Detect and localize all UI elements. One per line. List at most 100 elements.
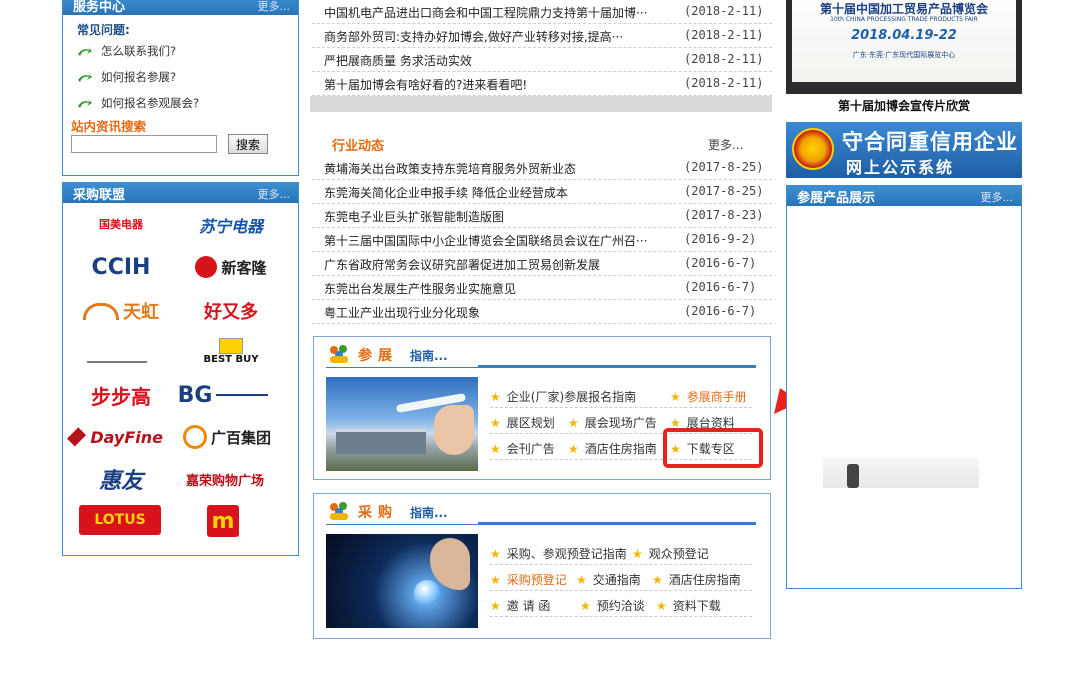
product-image [823,458,979,488]
rainbow-logo-text: 天虹 [123,302,159,323]
hand-shape [434,405,474,455]
ccih-logo[interactable]: CCIH [75,251,167,283]
exhibit-products-box: 参展产品展示 更多... [786,185,1022,589]
calligraphy-logo[interactable] [75,335,167,367]
purchase-guide-item[interactable]: ★ 资料下载 [656,597,721,614]
promo-video-caption[interactable]: 第十届加博会宣传片欣赏 [786,97,1022,114]
green-arrow-icon [78,72,92,82]
guide-item-label: 展区规划 [506,416,555,430]
jiarong-logo[interactable]: 嘉荣购物广场 [179,463,271,495]
purchase-guide-item[interactable]: ★ 预约洽谈 [580,597,645,614]
bubugao-logo-text: 步步高 [91,384,151,409]
news-title: 黄埔海关出台政策支持东莞培育服务外贸新业态 [324,162,577,176]
rainbow-arc-icon [83,302,119,320]
site-search-input[interactable] [71,135,217,153]
news-date: (2017-8-25) [684,160,764,174]
faq-item-label: 如何报名参观展会? [101,96,200,110]
purchase-guide-item[interactable]: ★ 观众预登记 [632,545,709,562]
star-icon: ★ [670,390,681,404]
gome-logo[interactable]: 国美电器 [75,209,167,241]
service-more-link[interactable]: 更多... [258,0,291,14]
dayfine-diamond-icon [67,427,87,447]
guangbai-logo[interactable]: 广百集团 [181,421,273,453]
huiyou-logo[interactable]: 惠友 [75,463,167,495]
lotus-logo[interactable]: LOTUS [79,505,161,535]
faq-item[interactable]: 如何报名参观展会? [77,95,199,113]
m-store-logo[interactable]: m [207,505,239,537]
exhibit-guide-item[interactable]: ★ 企业(厂家)参展报名指南 [490,388,636,405]
trust-mart-logo[interactable]: 好又多 [185,295,277,327]
news-title: 中国机电产品进出口商会和中国工程院鼎力支持第十届加博··· [324,6,648,20]
purchase-preregister-link[interactable]: ★ 采购预登记 [490,571,567,588]
news-row[interactable]: 第十三届中国国际中小企业博览会全国联络员会议在广州召··· (2016-9-2) [312,228,772,252]
purchase-union-more-link[interactable]: 更多... [258,186,291,202]
exhibit-products-more-link[interactable]: 更多... [981,189,1014,205]
people-group-icon [328,501,350,521]
guide-item-label: 采购、参观预登记指南 [506,547,627,561]
exhibit-guide-title: 参展 [358,348,398,364]
exhibit-guide-item[interactable]: ★ 酒店住房指南 [568,440,657,457]
bubugao-logo[interactable]: 步步高 [75,379,167,411]
news-date: (2016-6-7) [684,280,757,294]
search-button[interactable]: 搜索 [228,134,268,154]
suning-logo[interactable]: 苏宁电器 [185,209,277,241]
news-row[interactable]: 东莞电子业巨头扩张智能制造版图 (2017-8-23) [312,204,772,228]
news-date: (2017-8-25) [684,184,764,198]
news-title: 东莞海关简化企业申报手续 降低企业经营成本 [324,186,568,200]
star-icon: ★ [652,573,663,587]
exhibit-guide-item[interactable]: ★ 展会现场广告 [568,414,657,431]
purchase-guide-item[interactable]: ★ 交通指南 [576,571,641,588]
credit-system-banner[interactable]: 守合同重信用企业 网上公示系统 [786,122,1022,178]
promo-video-banner[interactable]: 第十届中国加工贸易产品博览会 10th CHINA PROCESSING TRA… [786,0,1022,94]
news-row[interactable]: 广东省政府常务会议研究部署促进加工贸易创新发展 (2016-6-7) [312,252,772,276]
star-icon: ★ [490,599,501,613]
news-row[interactable]: 东莞海关简化企业申报手续 降低企业经营成本 (2017-8-25) [312,180,772,204]
purchase-guide-link[interactable]: 指南... [410,504,448,521]
exhibit-guide-link[interactable]: 指南... [410,347,448,364]
purchase-union-title: 采购联盟 [73,188,126,203]
star-icon: ★ [580,599,591,613]
guide-item-label: 企业(厂家)参展报名指南 [506,390,637,404]
bond-logo[interactable]: BG [177,379,269,411]
news-row[interactable]: 黄埔海关出台政策支持东莞培育服务外贸新业态 (2017-8-25) [312,156,772,180]
purchase-guide-item[interactable]: ★ 采购、参观预登记指南 [490,545,627,562]
purchase-guide-item[interactable]: ★ 邀 请 函 [490,597,550,614]
star-icon: ★ [490,547,501,561]
newshop-logo[interactable]: 新客隆 [185,251,277,283]
promo-banner-venue: 广东·东莞·广东现代国际展览中心 [852,51,956,59]
guangbai-circle-icon [182,425,207,449]
news-row[interactable]: 第十届加博会有啥好看的?进来看看吧! (2018-2-11) [312,72,772,96]
exhibit-photo [326,377,478,471]
star-icon: ★ [568,416,579,430]
news-row[interactable]: 粤工业产业出现行业分化现象 (2016-6-7) [312,300,772,324]
promo-banner-en: 10th CHINA PROCESSING TRADE PRODUCTS FAI… [830,16,978,23]
globe-shape [414,580,440,606]
product-device-shape [847,464,859,488]
guangbai-logo-text: 广百集团 [210,428,271,447]
bestbuy-logo[interactable]: BEST BUY [185,335,277,367]
guide-item-label: 参展商手册 [686,390,747,404]
faq-item[interactable]: 如何报名参展? [77,69,176,87]
guide-item-label: 酒店住房指南 [668,573,741,587]
news-date: (2018-2-11) [684,4,764,18]
dayfine-logo[interactable]: DayFine [67,421,163,453]
exhibit-guide-item[interactable]: ★ 展区规划 [490,414,555,431]
faq-item[interactable]: 怎么联系我们? [77,43,176,61]
faq-title: 常见问题: [77,23,130,37]
news-row[interactable]: 严把展商质量 务求活动实效 (2018-2-11) [312,48,772,72]
news-row[interactable]: 中国机电产品进出口商会和中国工程院鼎力支持第十届加博··· (2018-2-11) [312,0,772,24]
star-icon: ★ [576,573,587,587]
exhibit-guide-item[interactable]: ★ 会刊广告 [490,440,555,457]
star-icon: ★ [656,599,667,613]
item-separator [490,407,752,408]
exhibitor-manual-link[interactable]: ★ 参展商手册 [670,388,747,405]
jiarong-logo-text: 嘉荣购物广场 [185,473,264,489]
title-underline-thin [326,524,756,525]
rainbow-logo[interactable]: 天虹 [75,295,167,327]
news-row[interactable]: 东莞出台发展生产性服务业实施意见 (2016-6-7) [312,276,772,300]
news-row[interactable]: 商务部外贸司:支持办好加博会,做好产业转移对接,提高··· (2018-2-11) [312,24,772,48]
item-separator [490,616,752,617]
purchase-guide-item[interactable]: ★ 酒店住房指南 [652,571,741,588]
industry-more-link[interactable]: 更多... [708,136,743,153]
bestbuy-tag-icon [219,337,243,354]
